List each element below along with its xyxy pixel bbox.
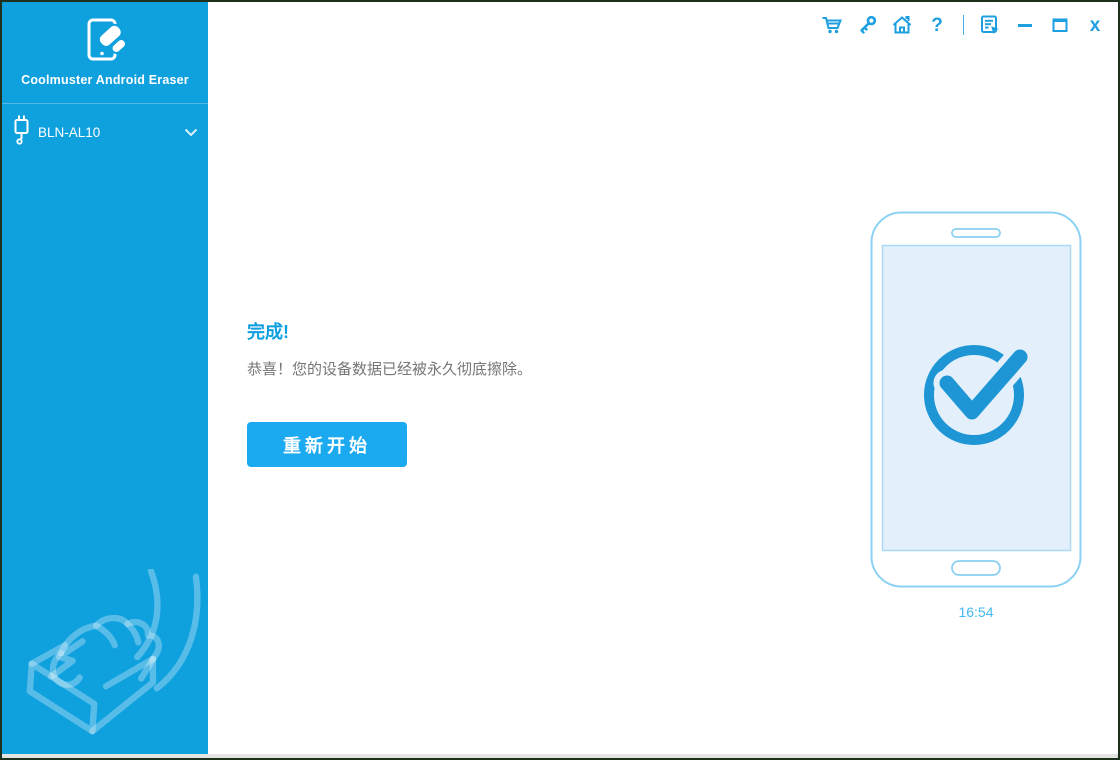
close-icon[interactable]: x	[1084, 14, 1106, 36]
help-icon[interactable]: ?	[926, 14, 948, 36]
app-logo-icon	[82, 16, 128, 69]
close-glyph: x	[1089, 14, 1101, 36]
register-icon[interactable]	[979, 14, 1001, 36]
chevron-down-icon	[184, 124, 198, 142]
device-name: BLN-AL10	[38, 124, 101, 140]
device-selector[interactable]: BLN-AL10	[2, 104, 208, 160]
cart-icon[interactable]	[821, 14, 843, 36]
usb-plug-icon	[12, 114, 31, 151]
restart-button[interactable]: 重新开始	[247, 422, 407, 467]
hand-erasing-watermark-icon	[8, 567, 204, 746]
help-glyph: ?	[931, 14, 943, 36]
app-surface: Coolmuster Android Eraser BLN-AL10 ? x 完…	[2, 2, 1118, 754]
minimize-icon[interactable]	[1014, 14, 1036, 36]
home-icon[interactable]	[891, 14, 913, 36]
titlebar-actions: ? x	[821, 12, 1106, 38]
app-title: Coolmuster Android Eraser	[21, 73, 189, 87]
maximize-icon[interactable]	[1049, 14, 1071, 36]
phone-with-checkmark-illustration	[870, 211, 1082, 593]
erase-time: 16:54	[958, 604, 994, 620]
completion-title: 完成!	[247, 322, 289, 342]
logo-area: Coolmuster Android Eraser	[2, 2, 208, 103]
app-window: Coolmuster Android Eraser BLN-AL10 ? x 完…	[0, 0, 1120, 760]
completion-message: 恭喜！您的设备数据已经被永久彻底擦除。	[247, 361, 533, 378]
key-icon[interactable]	[856, 14, 878, 36]
sidebar: Coolmuster Android Eraser BLN-AL10	[2, 2, 208, 754]
titlebar-separator	[963, 15, 964, 35]
